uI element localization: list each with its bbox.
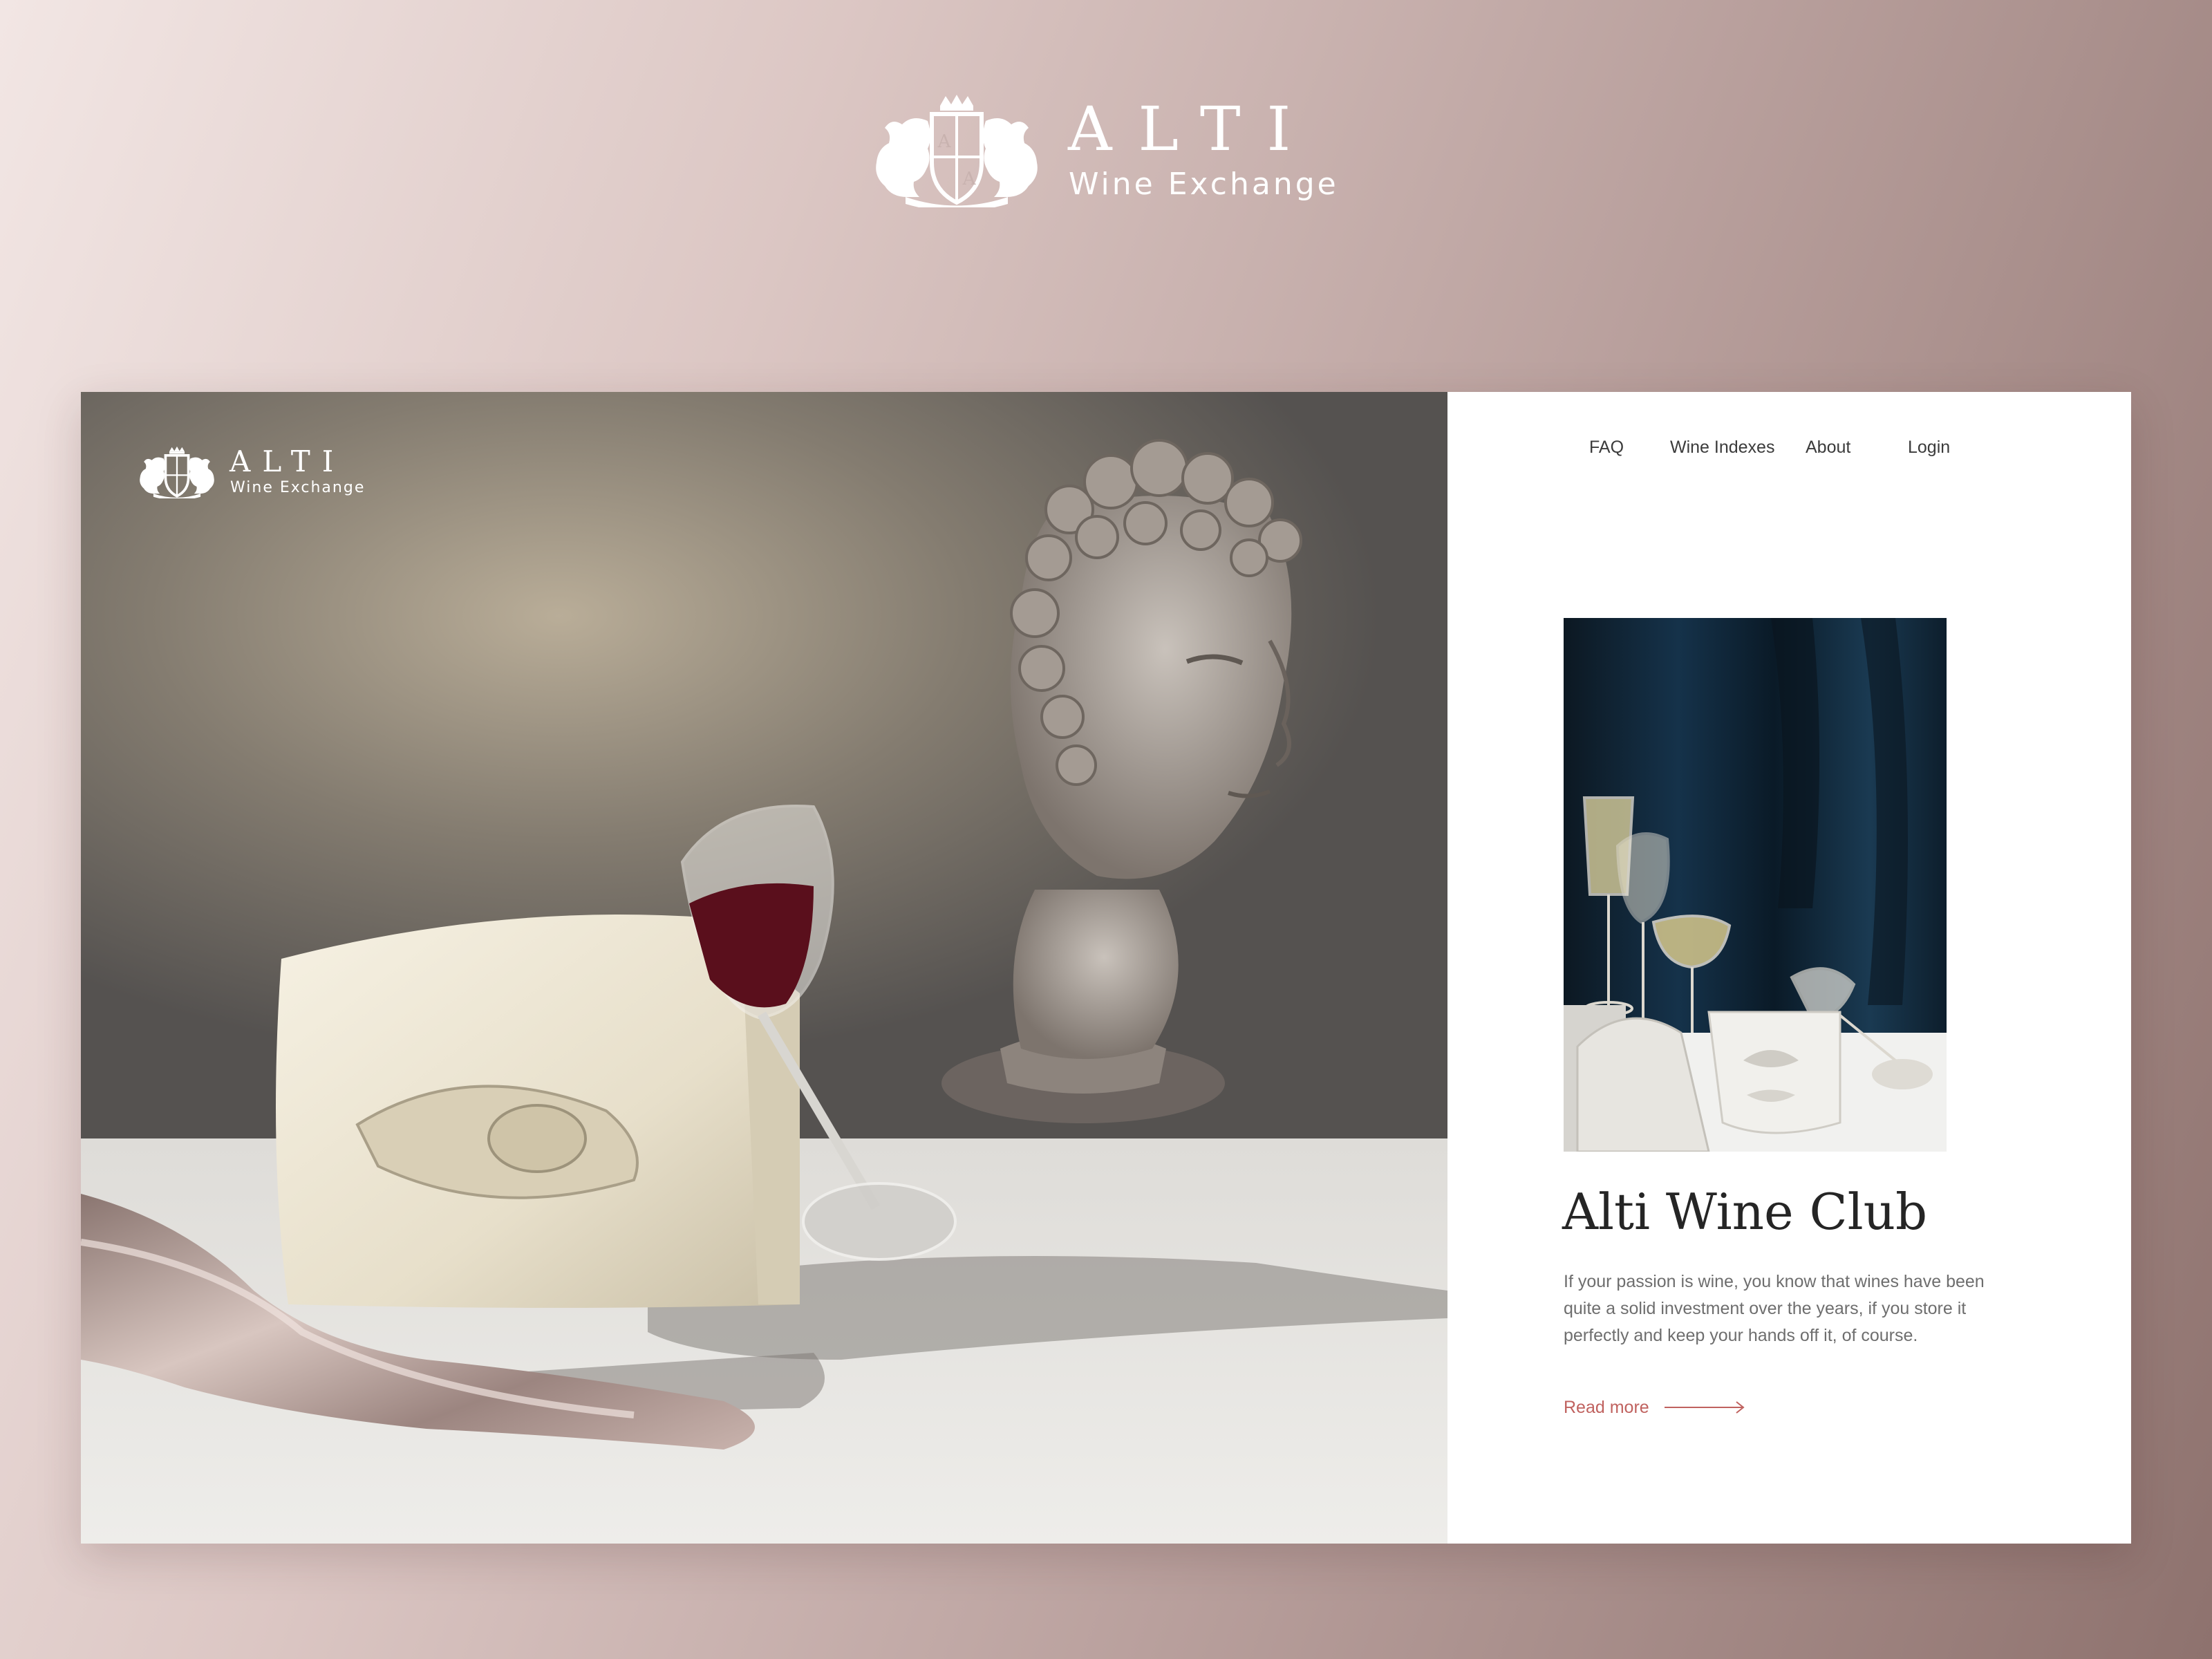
hero-image: ALTI Wine Exchange: [81, 392, 1447, 1544]
crest-letter-1: A: [937, 131, 952, 152]
main-nav: FAQ Wine Indexes About Login: [1447, 430, 2131, 465]
brand-subtitle: Wine Exchange: [1069, 167, 1339, 202]
hero-logo-wordmark: ALTI: [229, 444, 346, 478]
crest-icon: [140, 446, 214, 498]
read-more-link[interactable]: Read more: [1564, 1396, 1746, 1419]
read-more-label: Read more: [1564, 1397, 1649, 1417]
nav-item-about[interactable]: About: [1806, 430, 1850, 465]
arrow-right-icon: [1664, 1401, 1745, 1414]
content-panel: FAQ Wine Indexes About Login Alti Wine C…: [1447, 392, 2131, 1544]
crest-letter-2: A: [962, 169, 977, 189]
hero-logo[interactable]: ALTI Wine Exchange: [133, 446, 382, 501]
club-still-life: [1564, 618, 1947, 1152]
brand-header: A A ALTI Wine Exchange: [864, 93, 1362, 211]
nav-item-login[interactable]: Login: [1908, 430, 1950, 465]
nav-item-faq[interactable]: FAQ: [1589, 430, 1624, 465]
website-mockup: ALTI Wine Exchange FAQ Wine Indexes Abou…: [81, 392, 2131, 1544]
crest-icon: A A: [876, 95, 1038, 207]
hero-still-life: [81, 392, 1447, 1544]
club-title: Alti Wine Club: [1562, 1183, 1928, 1241]
hero-logo-subtitle: Wine Exchange: [230, 479, 366, 496]
club-image[interactable]: [1564, 618, 1947, 1152]
club-description: If your passion is wine, you know that w…: [1564, 1272, 1985, 1345]
nav-item-wine-indexes[interactable]: Wine Indexes: [1670, 430, 1774, 465]
brand-wordmark: ALTI: [1068, 93, 1318, 165]
